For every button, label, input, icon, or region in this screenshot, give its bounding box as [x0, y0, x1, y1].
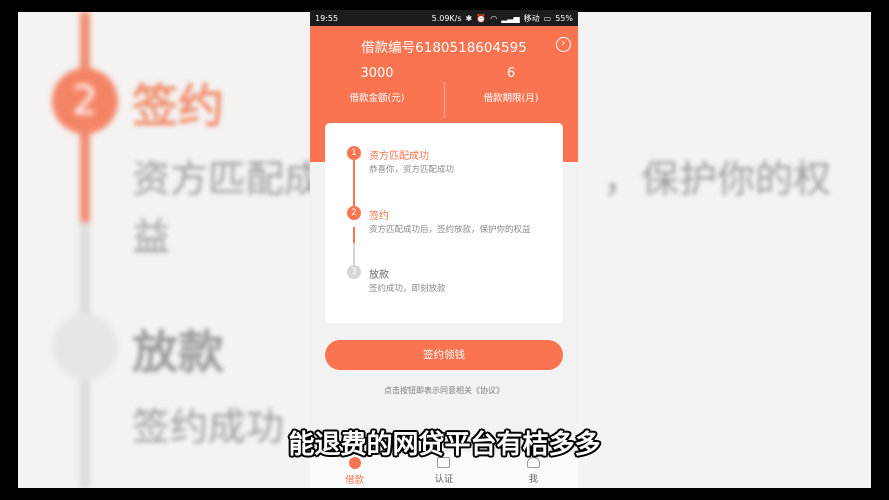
progress-rail-active — [353, 227, 355, 243]
backdrop-desc-line2: 益 — [132, 215, 171, 259]
step-number: 1 — [347, 146, 361, 160]
sign-button[interactable]: 签约领钱 — [325, 340, 563, 370]
step-number: 3 — [347, 265, 361, 279]
video-subtitle: 能退费的网贷平台有桔多多 — [288, 430, 601, 460]
tab-label: 认证 — [434, 474, 454, 485]
wifi-icon: ◠ — [490, 13, 498, 23]
step-desc: 签约成功，即刻放款 — [369, 284, 446, 294]
loan-term-label: 借款期限(月) — [483, 93, 539, 104]
network-speed: 5.09K/s — [431, 13, 462, 23]
battery-percent: 55% — [555, 13, 573, 23]
step-title: 资方匹配成功 — [369, 151, 429, 162]
chevron-right-icon[interactable]: › — [556, 37, 571, 52]
step-number: 2 — [347, 206, 361, 220]
signal-icon: ▂▃▅ — [501, 13, 520, 23]
step-desc: 恭喜你，资方匹配成功 — [369, 165, 455, 175]
step-title: 签约 — [369, 211, 389, 222]
alarm-icon: ⏰ — [476, 13, 487, 23]
header-divider — [444, 82, 445, 118]
loan-term-value: 6 — [506, 66, 516, 81]
carrier-name: 移动 — [523, 13, 540, 23]
tab-label: 借款 — [345, 475, 365, 486]
battery-icon: ▭ — [543, 13, 552, 23]
status-time: 19:55 — [315, 13, 339, 23]
loan-number-title: 借款编号6180518604595 — [361, 40, 527, 56]
tab-label: 我 — [528, 474, 539, 485]
loan-amount-value: 3000 — [360, 66, 394, 81]
progress-card: 1 资方匹配成功 恭喜你，资方匹配成功 2 签约 资方匹配成功后，签约放款，保护… — [325, 123, 563, 323]
phone-screen: 19:55 5.09K/s ✱ ⏰ ◠ ▂▃▅ 移动 ▭ 55% 借款编号618… — [310, 10, 578, 488]
loan-term: 6 借款期限(月) — [444, 66, 578, 104]
backdrop-desc-left: 资方匹配成 — [132, 157, 323, 201]
backdrop-desc-right: ，保护你的权 — [603, 157, 832, 201]
bluetooth-icon: ✱ — [465, 13, 473, 23]
backdrop-step-title-sign: 签约 — [132, 79, 224, 133]
backdrop-step-circle-active: 2 — [52, 68, 118, 134]
backdrop-step-circle-pending — [52, 314, 118, 380]
backdrop-step-title-disburse: 放款 — [132, 325, 224, 379]
loan-amount: 3000 借款金额(元) — [310, 66, 444, 104]
loan-amount-label: 借款金额(元) — [349, 93, 405, 104]
step-title: 放款 — [369, 270, 389, 281]
status-bar: 19:55 5.09K/s ✱ ⏰ ◠ ▂▃▅ 移动 ▭ 55% — [310, 10, 578, 26]
agreement-text[interactable]: 点击按钮即表示同意相关《协议》 — [310, 385, 578, 396]
step-desc: 资方匹配成功后，签约放款，保护你的权益 — [369, 225, 531, 235]
